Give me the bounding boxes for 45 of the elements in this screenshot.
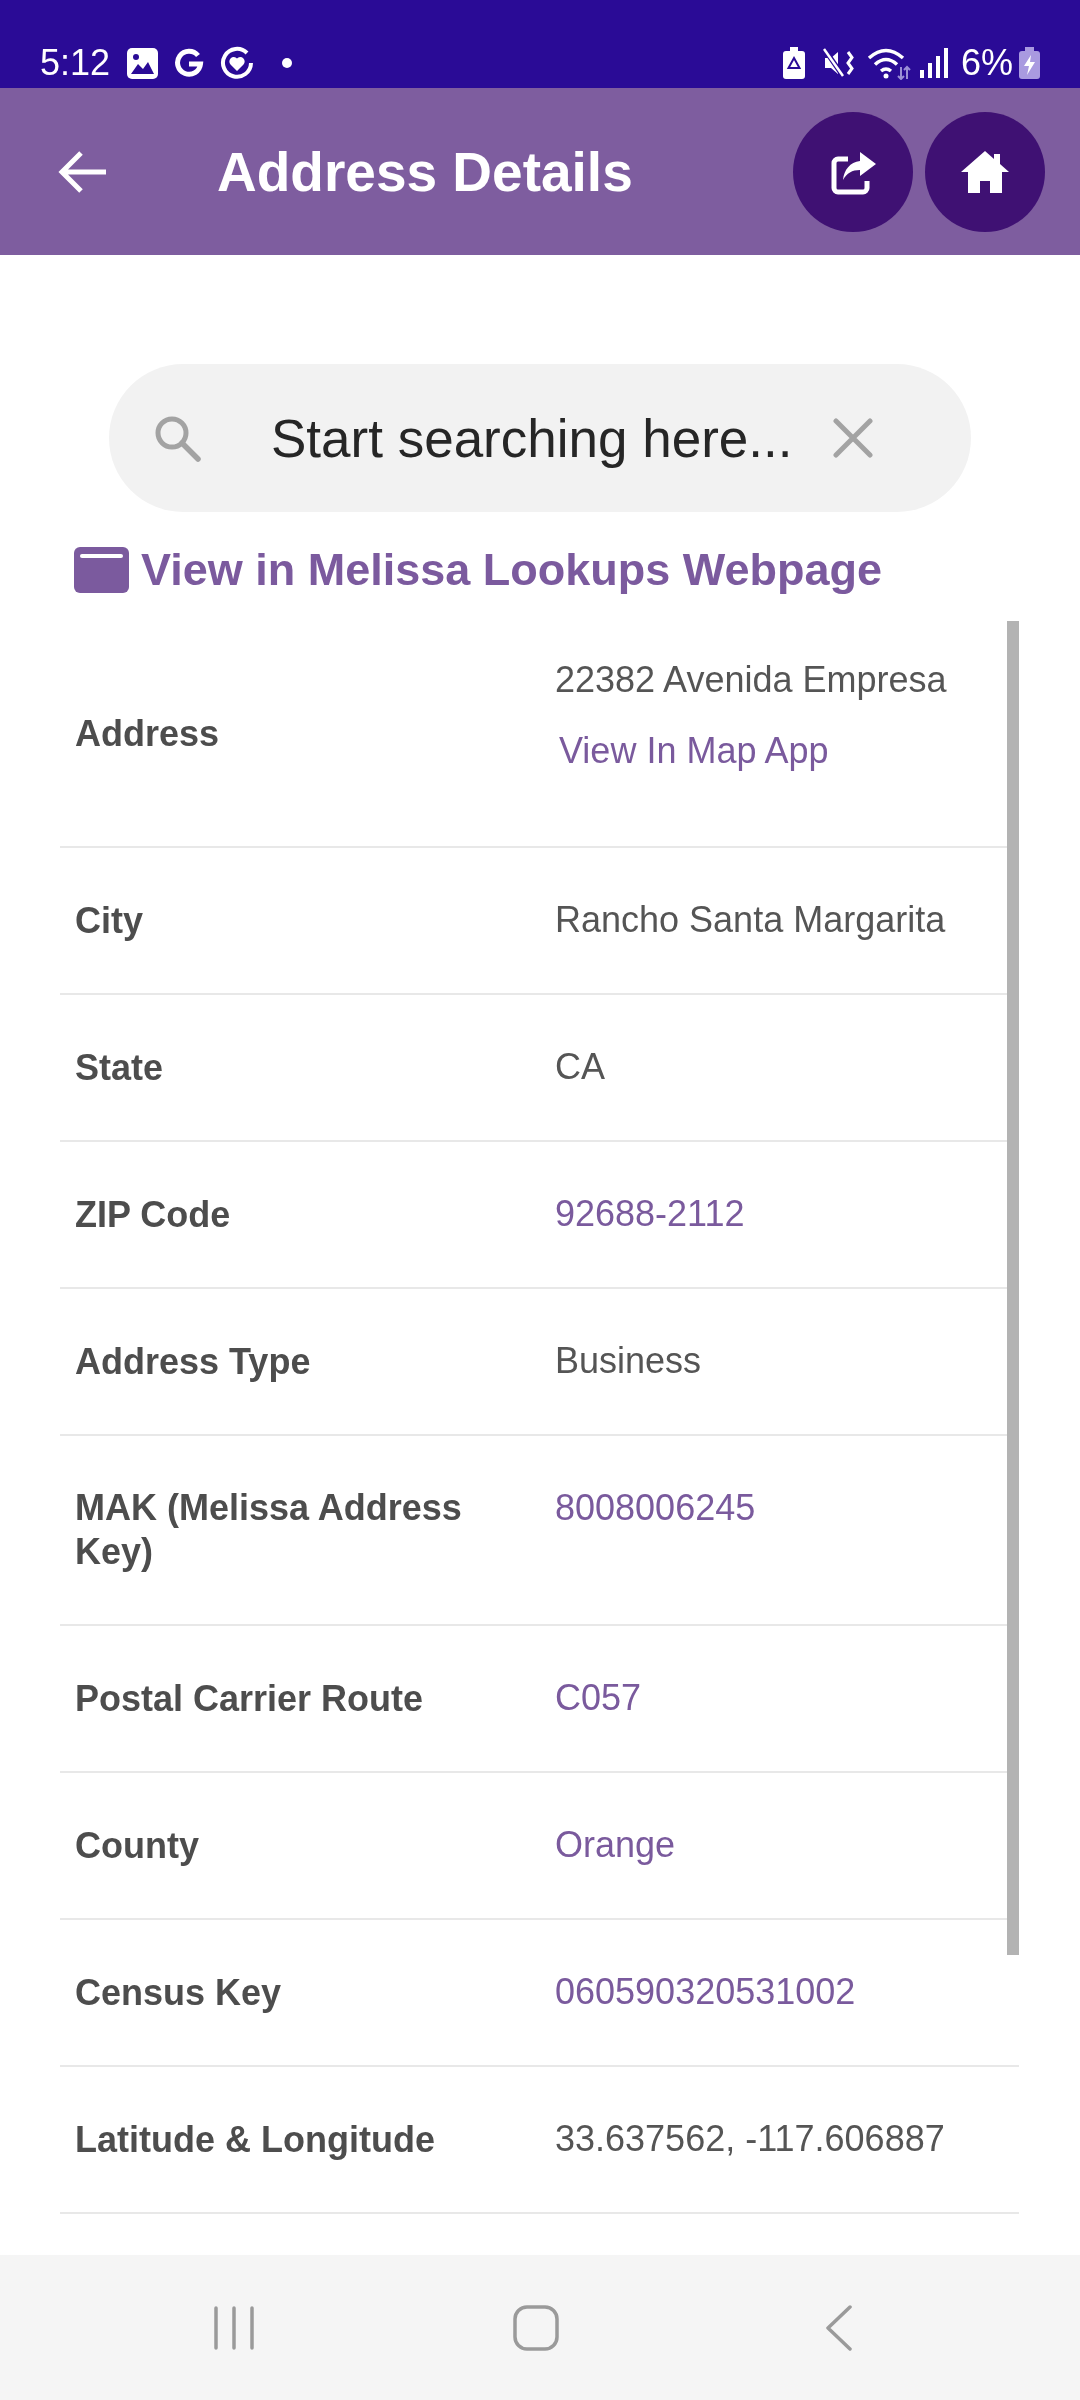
value-link[interactable]: 060590320531002: [555, 1970, 856, 2014]
clear-button[interactable]: [833, 418, 873, 458]
field-label: MAK (Melissa Address Key): [75, 1486, 463, 1574]
field-label: Latitude & Longitude: [75, 2117, 435, 2162]
back-button[interactable]: [58, 149, 108, 194]
battery-charging-icon: [1019, 47, 1040, 79]
field-label: Postal Carrier Route: [75, 1676, 424, 1721]
field-label: State: [75, 1045, 164, 1090]
home-nav-icon[interactable]: [513, 2304, 559, 2351]
field-label: ZIP Code: [75, 1192, 231, 1237]
signal-icon: [919, 48, 948, 78]
value-link[interactable]: 92688-2112: [555, 1192, 745, 1236]
field-label: City: [75, 898, 143, 943]
g-letter-icon: [174, 48, 205, 78]
value-link[interactable]: C057: [555, 1676, 642, 1720]
field-label: County: [75, 1823, 199, 1868]
close-icon: [833, 418, 873, 458]
home-icon: [960, 149, 1010, 194]
back-nav-icon[interactable]: [825, 2304, 853, 2351]
field-label: Address Type: [75, 1339, 311, 1384]
value-link[interactable]: Orange: [555, 1823, 676, 1867]
search-icon: [153, 414, 201, 462]
battery-recycle-icon: [782, 47, 805, 79]
wifi-icon: [866, 46, 911, 80]
field-value: Business: [555, 1339, 702, 1383]
gallery-icon: [127, 47, 159, 79]
heart-ring-icon: [220, 46, 255, 80]
recent-apps-icon[interactable]: [213, 2304, 255, 2351]
field-value: Rancho Santa Margarita: [555, 898, 946, 942]
page-title: Address Details: [217, 139, 633, 204]
search-field[interactable]: Start searching here...: [109, 364, 971, 512]
notification-dot-icon: [282, 58, 293, 68]
webpage-link[interactable]: View in Melissa Lookups Webpage: [74, 543, 883, 597]
value-link[interactable]: View In Map App: [559, 729, 829, 773]
back-arrow-icon: [58, 149, 108, 194]
battery-percentage: 6%: [960, 43, 1013, 83]
field-label: Census Key: [75, 1970, 282, 2015]
field-value: 33.637562, -117.606887: [555, 2117, 945, 2161]
status-time: 5:12: [40, 43, 111, 83]
field-value: 22382 Avenida Empresa: [555, 658, 947, 702]
value-link[interactable]: 8008006245: [555, 1486, 756, 1530]
mute-icon: [822, 48, 854, 78]
browser-window-icon: [74, 547, 129, 593]
field-value: CA: [555, 1045, 605, 1089]
field-label: Address: [75, 711, 220, 756]
